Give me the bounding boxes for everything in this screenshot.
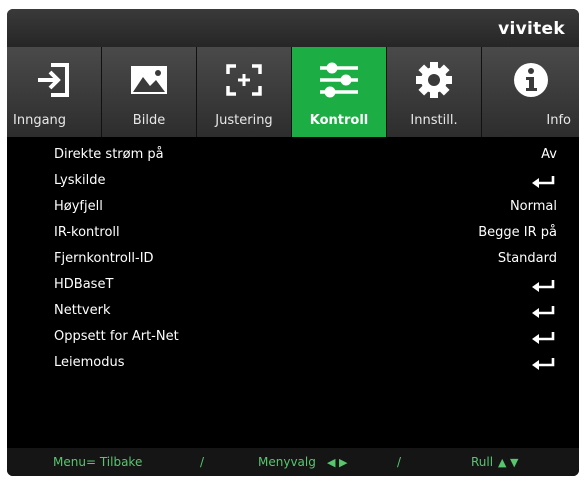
- footer-hints: Menu= Tilbake / Menyvalg ◀ ▶ / Rull ▲ ▼: [7, 448, 579, 476]
- tab-label: Justering: [215, 113, 273, 128]
- tab-label: Info: [546, 113, 571, 128]
- menu-item-label: IR-kontroll: [54, 225, 120, 240]
- menu-row-high-altitude[interactable]: Høyfjell Normal: [7, 195, 579, 221]
- tab-label: Bilde: [132, 113, 166, 128]
- arrow-right-icon: ▶: [339, 456, 348, 469]
- menu-item-label: HDBaseT: [54, 277, 114, 292]
- footer-select-hint: Menyvalg: [258, 455, 316, 469]
- menu-item-value: Standard: [497, 251, 557, 266]
- tab-bar: Inngang Bilde Justering Kontroll Innstil…: [7, 47, 579, 137]
- menu-item-value: Normal: [509, 199, 557, 214]
- menu-row-network[interactable]: Nettverk: [7, 299, 579, 325]
- menu-row-art-net-setup[interactable]: Oppsett for Art-Net: [7, 325, 579, 351]
- enter-icon: [532, 332, 555, 344]
- menu-item-value: Begge IR på: [478, 225, 557, 240]
- arrow-left-icon: ◀: [327, 456, 336, 469]
- menu-list: Direkte strøm på Av Lyskilde Høyfjell No…: [7, 137, 579, 445]
- info-icon: [482, 59, 579, 101]
- image-icon: [102, 59, 196, 101]
- tab-innstill[interactable]: Innstill.: [387, 47, 482, 137]
- menu-row-ir-control[interactable]: IR-kontroll Begge IR på: [7, 221, 579, 247]
- menu-row-remote-id[interactable]: Fjernkontroll-ID Standard: [7, 247, 579, 273]
- menu-row-hdbaset[interactable]: HDBaseT: [7, 273, 579, 299]
- footer-scroll-hint: Rull: [471, 455, 494, 469]
- tab-label: Innstill.: [410, 113, 458, 128]
- gear-icon: [387, 59, 481, 101]
- menu-item-label: Lyskilde: [54, 173, 106, 188]
- menu-item-label: Oppsett for Art-Net: [54, 329, 179, 344]
- menu-row-direct-power-on[interactable]: Direkte strøm på Av: [7, 143, 579, 169]
- input-icon: [7, 59, 101, 101]
- menu-row-rental-mode[interactable]: Leiemodus: [7, 351, 579, 377]
- adjust-frame-icon: [197, 59, 291, 101]
- menu-item-label: Leiemodus: [54, 355, 125, 370]
- footer-separator: /: [200, 455, 205, 469]
- footer-back-hint: Menu= Tilbake: [53, 455, 143, 469]
- menu-item-value: Av: [541, 147, 557, 162]
- menu-item-label: Nettverk: [54, 303, 111, 318]
- enter-icon: [532, 280, 555, 292]
- tab-info[interactable]: Info: [482, 47, 579, 137]
- enter-icon: [532, 176, 555, 188]
- arrow-up-icon: ▲: [498, 456, 507, 469]
- enter-icon: [532, 358, 555, 370]
- menu-row-light-source[interactable]: Lyskilde: [7, 169, 579, 195]
- footer-separator: /: [397, 455, 402, 469]
- tab-inngang[interactable]: Inngang: [7, 47, 102, 137]
- tab-bilde[interactable]: Bilde: [102, 47, 197, 137]
- tab-label: Kontroll: [309, 113, 369, 128]
- osd-menu: vivitek Inngang Bilde Justering Kontroll…: [7, 9, 579, 476]
- menu-item-label: Direkte strøm på: [54, 147, 164, 162]
- menu-item-label: Høyfjell: [54, 199, 103, 214]
- arrow-down-icon: ▼: [510, 456, 519, 469]
- sliders-icon: [292, 59, 386, 101]
- tab-label: Inngang: [13, 113, 67, 128]
- brand-logo: vivitek: [498, 19, 565, 39]
- top-bar: vivitek: [7, 9, 579, 47]
- tab-justering[interactable]: Justering: [197, 47, 292, 137]
- enter-icon: [532, 306, 555, 318]
- menu-item-label: Fjernkontroll-ID: [54, 251, 154, 266]
- tab-kontroll[interactable]: Kontroll: [292, 47, 387, 137]
